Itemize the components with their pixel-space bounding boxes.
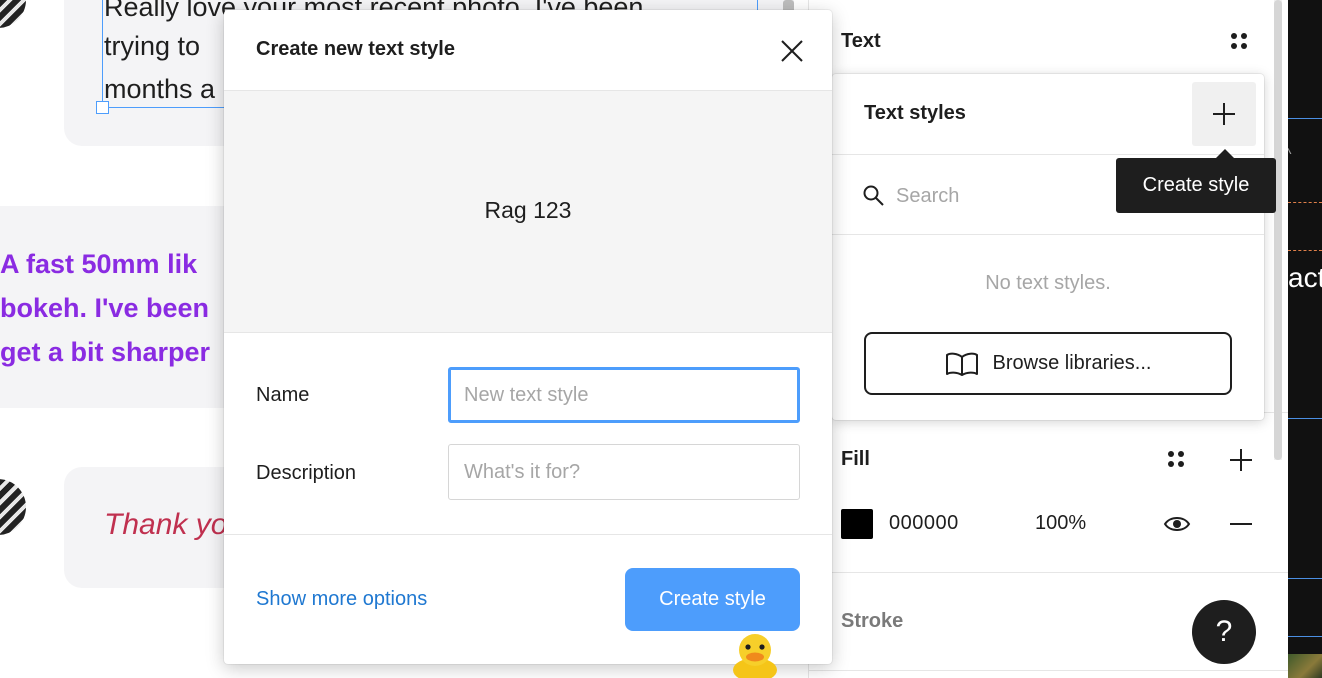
divider	[832, 234, 1264, 235]
stroke-section-title: Stroke	[841, 610, 904, 632]
divider	[809, 670, 1289, 671]
dialog-header: Create new text style	[224, 10, 832, 91]
panel-scrollbar[interactable]	[1274, 0, 1282, 460]
help-button[interactable]: ?	[1192, 600, 1256, 664]
guide-line	[1288, 636, 1322, 637]
remove-fill-button[interactable]	[1226, 509, 1256, 539]
selection-handle[interactable]	[96, 101, 109, 114]
photo-thumbnail	[1288, 654, 1322, 678]
search-icon	[863, 185, 884, 206]
preview-sample-text: Rag 123	[484, 197, 572, 223]
name-label: Name	[256, 384, 310, 406]
book-icon	[945, 352, 978, 376]
divider	[224, 534, 832, 535]
style-description-input[interactable]	[448, 444, 800, 500]
empty-state-message: No text styles.	[985, 272, 1111, 294]
create-style-plus-button[interactable]	[1192, 82, 1256, 146]
fill-hex-value[interactable]: 000000	[889, 512, 959, 535]
message-line: get a bit sharper	[0, 337, 211, 367]
message-line: Thank yo	[104, 508, 228, 541]
fill-section-title: Fill	[841, 448, 870, 470]
text-styles-title: Text styles	[864, 102, 966, 124]
browse-libraries-button[interactable]: Browse libraries...	[864, 332, 1232, 395]
text-section-title: Text	[841, 30, 881, 52]
duck-icon	[733, 634, 777, 678]
guide-line	[1288, 250, 1322, 251]
plus-icon	[1209, 99, 1239, 129]
partial-text: act	[1288, 262, 1322, 293]
create-style-button[interactable]: Create style	[625, 568, 800, 631]
style-name-input[interactable]	[448, 367, 800, 423]
close-icon[interactable]	[777, 36, 807, 66]
message-line: bokeh. I've been	[0, 293, 209, 323]
eye-icon[interactable]	[1163, 512, 1191, 536]
message-line: A fast 50mm lik	[0, 249, 198, 279]
guide-line	[1288, 118, 1322, 119]
text-styles-popover: Text styles No text styles. Browse libra…	[832, 74, 1264, 420]
chevron-up-icon: ^	[1288, 146, 1292, 164]
show-more-options-link[interactable]: Show more options	[256, 588, 427, 611]
style-grid-icon[interactable]	[1167, 450, 1187, 470]
description-label: Description	[256, 462, 357, 484]
guide-line	[1288, 418, 1322, 419]
background-window: ^ act	[1288, 0, 1322, 678]
avatar	[0, 0, 26, 28]
dialog-title: Create new text style	[256, 38, 455, 60]
add-fill-button[interactable]	[1226, 445, 1256, 475]
divider	[809, 572, 1289, 573]
fill-color-swatch[interactable]	[841, 509, 873, 539]
create-style-tooltip: Create style	[1116, 149, 1276, 213]
avatar	[0, 479, 26, 535]
fill-opacity-value[interactable]: 100%	[1035, 512, 1086, 535]
guide-line	[1288, 202, 1322, 203]
search-input[interactable]	[896, 174, 1116, 218]
text-style-preview: Rag 123	[224, 91, 832, 333]
browse-libraries-label: Browse libraries...	[992, 352, 1152, 374]
style-grid-icon[interactable]	[1230, 32, 1250, 52]
create-text-style-dialog: Create new text style Rag 123 Name Descr…	[224, 10, 832, 664]
divider	[832, 154, 1264, 155]
guide-line	[1288, 578, 1322, 579]
